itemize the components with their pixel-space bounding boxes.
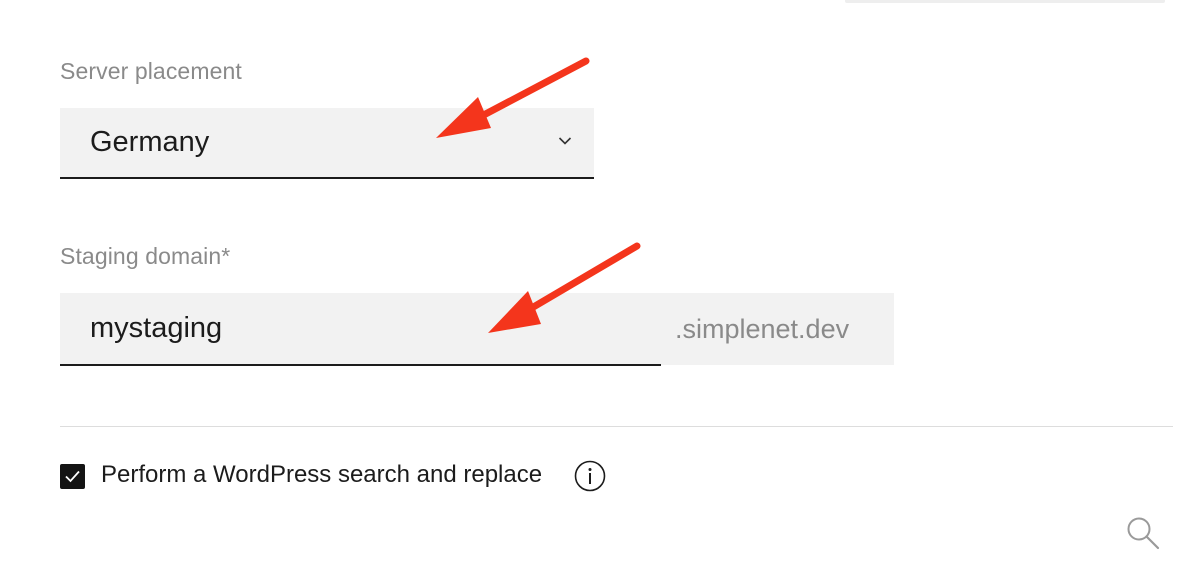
search-replace-checkbox[interactable] <box>60 464 85 489</box>
staging-domain-input[interactable] <box>60 293 661 366</box>
server-placement-select[interactable]: Germany <box>60 108 594 179</box>
divider <box>60 426 1173 427</box>
top-edge-bar <box>845 0 1165 3</box>
staging-domain-suffix: .simplenet.dev <box>661 293 894 365</box>
server-placement-selected-value: Germany <box>90 126 210 158</box>
staging-settings-panel: Server placement Germany Staging domain*… <box>0 0 1200 562</box>
info-icon[interactable] <box>574 460 606 492</box>
staging-domain-label: Staging domain* <box>60 243 231 269</box>
chevron-down-icon <box>558 137 572 145</box>
checkmark-icon <box>65 470 80 483</box>
search-icon[interactable] <box>1124 514 1162 552</box>
search-replace-label: Perform a WordPress search and replace <box>101 461 543 488</box>
server-placement-label: Server placement <box>60 58 242 84</box>
